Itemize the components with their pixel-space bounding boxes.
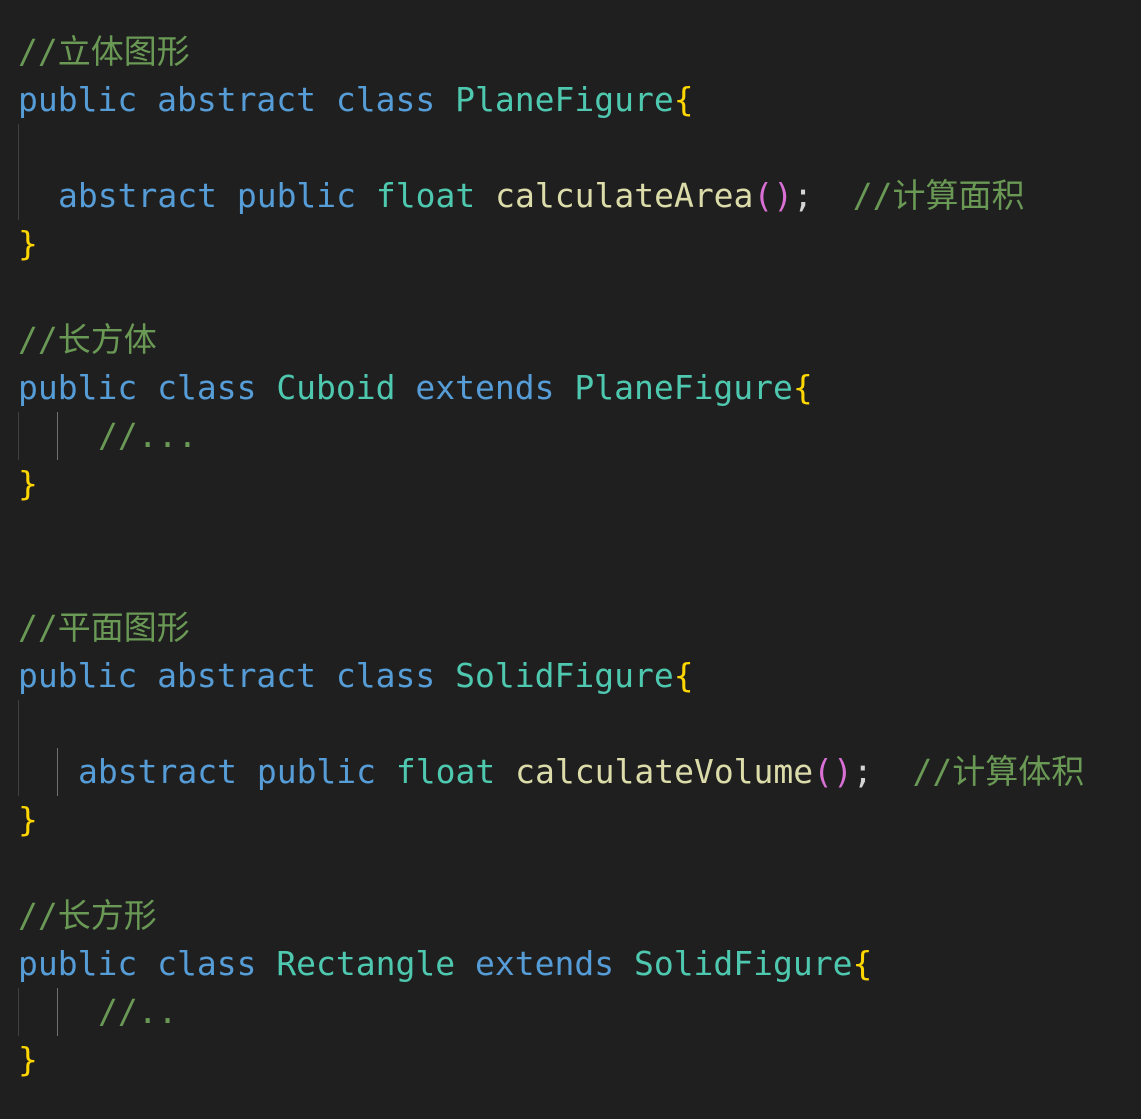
code-line-22[interactable]: }: [18, 1036, 38, 1084]
keyword-public: public: [18, 80, 138, 119]
code-line-14[interactable]: public abstract class SolidFigure{: [18, 652, 694, 700]
close-brace: }: [18, 800, 38, 839]
code-line-9[interactable]: //...: [98, 412, 197, 460]
body-comment: //...: [98, 416, 198, 455]
comment: //长方体: [18, 320, 157, 359]
code-line-5[interactable]: }: [18, 220, 38, 268]
keyword-abstract: abstract: [157, 80, 317, 119]
open-brace: {: [673, 80, 694, 119]
indent-guide: [57, 988, 58, 1036]
keyword-public: public: [236, 176, 357, 215]
code-line-20[interactable]: public class Rectangle extends SolidFigu…: [18, 940, 872, 988]
indent-guide: [18, 124, 19, 220]
comment: //长方形: [18, 896, 157, 935]
keyword-public: public: [18, 944, 138, 983]
keyword-class: class: [157, 368, 257, 407]
keyword-public: public: [18, 656, 138, 695]
code-line-7[interactable]: //长方体: [18, 316, 157, 364]
parent-class-name: SolidFigure: [633, 944, 853, 983]
open-brace: {: [792, 368, 813, 407]
code-editor[interactable]: //立体图形 public abstract class PlaneFigure…: [0, 0, 1141, 1119]
indent-guide: [18, 988, 19, 1036]
close-brace: }: [18, 464, 38, 503]
parentheses: (): [753, 176, 794, 215]
code-line-4[interactable]: abstract public float calculateArea(); /…: [58, 172, 1025, 220]
code-line-2[interactable]: public abstract class PlaneFigure{: [18, 76, 694, 124]
open-brace: {: [852, 944, 873, 983]
keyword-abstract: abstract: [157, 656, 317, 695]
close-brace: }: [18, 224, 38, 263]
keyword-abstract: abstract: [78, 752, 237, 791]
keyword-public: public: [18, 368, 138, 407]
keyword-extends: extends: [475, 944, 615, 983]
parentheses: (): [813, 752, 853, 791]
parent-class-name: PlaneFigure: [574, 368, 793, 407]
close-brace: }: [18, 1040, 38, 1079]
class-name: Cuboid: [276, 368, 396, 407]
inline-comment: //计算面积: [852, 176, 1025, 215]
method-name: calculateVolume: [515, 752, 814, 791]
class-name: PlaneFigure: [455, 80, 674, 119]
comment: //平面图形: [18, 608, 190, 647]
class-name: Rectangle: [276, 944, 456, 983]
class-name: SolidFigure: [455, 656, 674, 695]
code-line-21[interactable]: //..: [98, 988, 177, 1036]
semicolon: ;: [793, 176, 814, 215]
indent-guide: [57, 412, 58, 460]
keyword-class: class: [335, 656, 436, 695]
code-line-19[interactable]: //长方形: [18, 892, 157, 940]
keyword-public: public: [256, 752, 377, 791]
keyword-abstract: abstract: [58, 176, 217, 215]
indent-guide: [57, 748, 58, 796]
code-line-8[interactable]: public class Cuboid extends PlaneFigure{: [18, 364, 813, 412]
body-comment: //..: [98, 992, 178, 1031]
keyword-extends: extends: [415, 368, 555, 407]
code-line-16[interactable]: abstract public float calculateVolume();…: [78, 748, 1084, 796]
comment: //立体图形: [18, 32, 190, 71]
open-brace: {: [673, 656, 694, 695]
code-line-10[interactable]: }: [18, 460, 38, 508]
keyword-class: class: [157, 944, 257, 983]
inline-comment: //计算体积: [912, 752, 1085, 791]
code-line-17[interactable]: }: [18, 796, 38, 844]
code-line-13[interactable]: //平面图形: [18, 604, 190, 652]
semicolon: ;: [852, 752, 873, 791]
keyword-class: class: [335, 80, 436, 119]
type-float: float: [375, 176, 476, 215]
indent-guide: [18, 700, 19, 796]
type-float: float: [395, 752, 496, 791]
indent-guide: [18, 412, 19, 460]
method-name: calculateArea: [495, 176, 754, 215]
code-line-1[interactable]: //立体图形: [18, 28, 190, 76]
